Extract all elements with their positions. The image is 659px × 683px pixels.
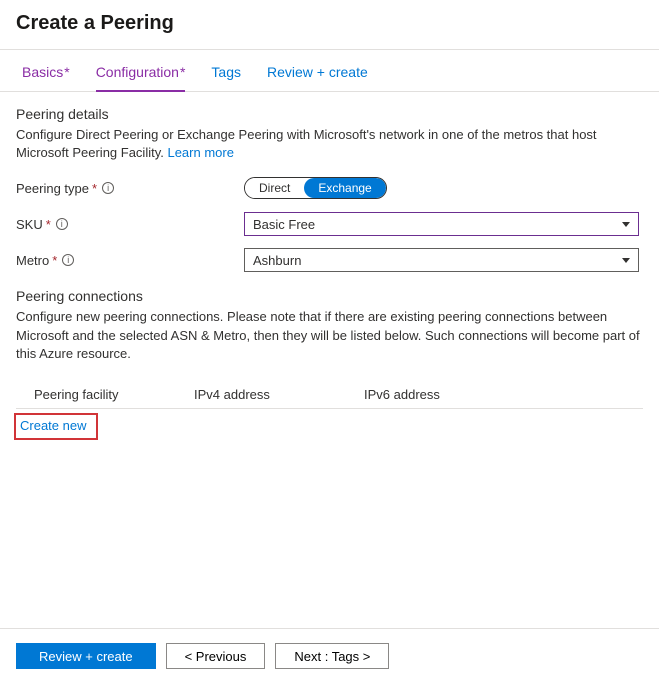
previous-button[interactable]: < Previous [166, 643, 266, 669]
info-icon[interactable]: i [62, 254, 74, 266]
label-text: Metro [16, 253, 49, 268]
required-indicator: * [180, 64, 185, 80]
tab-basics-label: Basics [22, 64, 63, 80]
required-indicator: * [46, 217, 51, 232]
details-text: Configure Direct Peering or Exchange Pee… [16, 127, 597, 160]
tab-bar: Basics* Configuration* Tags Review + cre… [0, 50, 659, 92]
peering-connections-heading: Peering connections [16, 288, 643, 304]
column-ipv6-address: IPv6 address [364, 387, 524, 402]
peering-type-direct[interactable]: Direct [245, 178, 304, 198]
required-indicator: * [64, 64, 69, 80]
peering-details-description: Configure Direct Peering or Exchange Pee… [16, 126, 643, 162]
tab-configuration-label: Configuration [96, 64, 179, 80]
tab-configuration[interactable]: Configuration* [96, 64, 186, 92]
create-new-link[interactable]: Create new [20, 418, 86, 433]
page-title: Create a Peering [16, 12, 643, 35]
sku-select[interactable]: Basic Free [244, 212, 639, 236]
label-text: Peering type [16, 181, 89, 196]
tab-review-create[interactable]: Review + create [267, 64, 368, 91]
peering-type-label: Peering type * i [16, 181, 244, 196]
tab-basics[interactable]: Basics* [22, 64, 70, 91]
label-text: SKU [16, 217, 43, 232]
required-indicator: * [52, 253, 57, 268]
info-icon[interactable]: i [56, 218, 68, 230]
footer-actions: Review + create < Previous Next : Tags > [0, 628, 659, 683]
sku-label: SKU * i [16, 217, 244, 232]
column-ipv4-address: IPv4 address [194, 387, 364, 402]
connections-table-header: Peering facility IPv4 address IPv6 addre… [16, 381, 643, 409]
metro-select[interactable]: Ashburn [244, 248, 639, 272]
info-icon[interactable]: i [102, 182, 114, 194]
create-new-highlight: Create new [14, 413, 98, 440]
metro-value: Ashburn [253, 253, 301, 268]
peering-connections-description: Configure new peering connections. Pleas… [16, 308, 643, 363]
peering-type-toggle[interactable]: Direct Exchange [244, 177, 387, 199]
column-peering-facility: Peering facility [34, 387, 194, 402]
peering-type-exchange[interactable]: Exchange [304, 178, 385, 198]
sku-value: Basic Free [253, 217, 315, 232]
next-button[interactable]: Next : Tags > [275, 643, 389, 669]
metro-label: Metro * i [16, 253, 244, 268]
peering-details-heading: Peering details [16, 106, 643, 122]
review-create-button[interactable]: Review + create [16, 643, 156, 669]
required-indicator: * [92, 181, 97, 196]
learn-more-link[interactable]: Learn more [167, 145, 233, 160]
tab-tags[interactable]: Tags [211, 64, 241, 91]
